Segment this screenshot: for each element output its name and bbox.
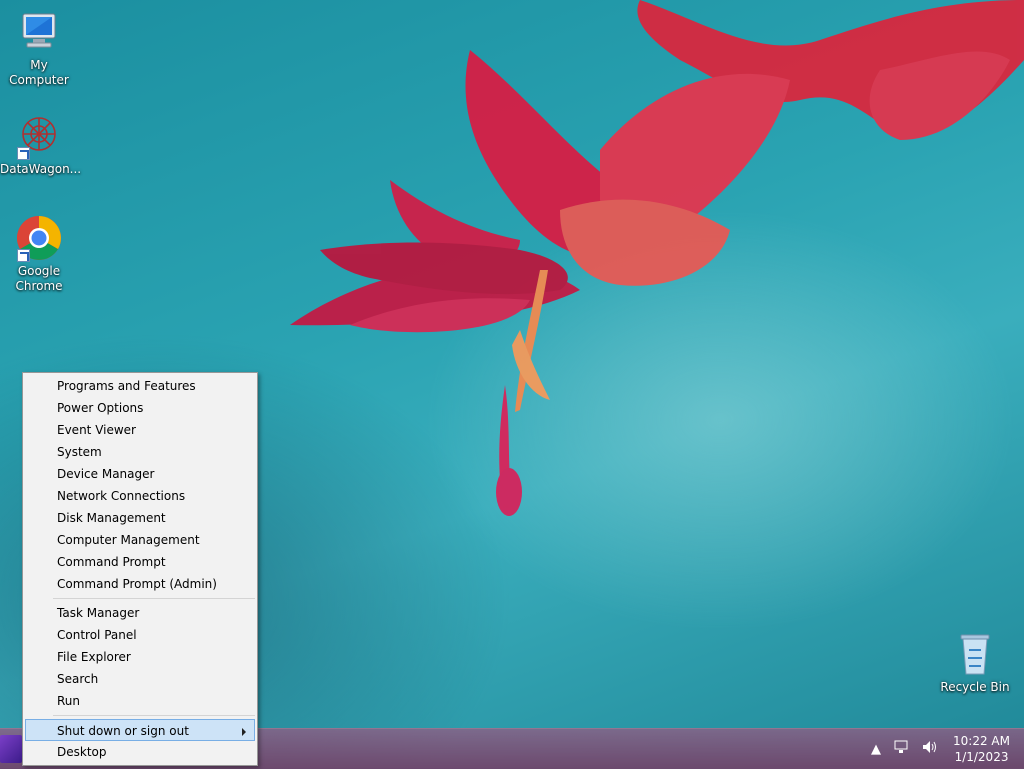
menu-separator — [53, 715, 255, 716]
menu-item-command-prompt[interactable]: Command Prompt — [23, 551, 257, 573]
menu-item-programs-and-features[interactable]: Programs and Features — [23, 375, 257, 397]
menu-item-run[interactable]: Run — [23, 690, 257, 712]
menu-item-task-manager[interactable]: Task Manager — [23, 602, 257, 624]
desktop-icon-google-chrome[interactable]: Google Chrome — [0, 214, 78, 294]
desktop-icon-label: My Computer — [9, 58, 69, 87]
menu-item-shut-down-or-sign-out[interactable]: Shut down or sign out — [25, 719, 255, 741]
desktop-icon-label: Recycle Bin — [940, 680, 1010, 694]
menu-item-event-viewer[interactable]: Event Viewer — [23, 419, 257, 441]
menu-item-power-options[interactable]: Power Options — [23, 397, 257, 419]
desktop-icon-label: Google Chrome — [15, 264, 63, 293]
start-button[interactable] — [0, 735, 22, 763]
submenu-arrow-icon — [242, 728, 246, 736]
volume-icon[interactable] — [921, 740, 937, 758]
clock-date: 1/1/2023 — [954, 750, 1009, 764]
clock[interactable]: 10:22 AM 1/1/2023 — [953, 733, 1010, 765]
menu-item-computer-management[interactable]: Computer Management — [23, 529, 257, 551]
menu-item-control-panel[interactable]: Control Panel — [23, 624, 257, 646]
computer-icon — [15, 8, 63, 56]
desktop-icon-recycle-bin[interactable]: Recycle Bin — [936, 630, 1014, 695]
network-icon[interactable] — [893, 740, 909, 758]
system-tray: ▲ 10:22 AM 1/1/2023 — [865, 729, 1024, 769]
menu-item-search[interactable]: Search — [23, 668, 257, 690]
menu-separator — [53, 598, 255, 599]
desktop-icon-label: DataWagon... — [0, 162, 82, 176]
menu-item-system[interactable]: System — [23, 441, 257, 463]
recycle-bin-icon — [951, 630, 999, 678]
clock-time: 10:22 AM — [953, 734, 1010, 748]
menu-item-device-manager[interactable]: Device Manager — [23, 463, 257, 485]
shortcut-arrow-icon — [17, 249, 30, 262]
chrome-icon — [15, 214, 63, 262]
shortcut-arrow-icon — [17, 147, 30, 160]
datawagon-icon — [15, 112, 63, 160]
power-user-menu: Programs and Features Power Options Even… — [22, 372, 258, 766]
show-hidden-icons-icon[interactable]: ▲ — [871, 742, 881, 757]
menu-item-disk-management[interactable]: Disk Management — [23, 507, 257, 529]
menu-item-label: Shut down or sign out — [57, 724, 189, 738]
desktop-icon-datawagon[interactable]: DataWagon... — [0, 112, 82, 177]
menu-item-file-explorer[interactable]: File Explorer — [23, 646, 257, 668]
menu-item-desktop[interactable]: Desktop — [23, 741, 257, 763]
desktop-icon-my-computer[interactable]: My Computer — [0, 8, 78, 88]
menu-item-command-prompt-admin[interactable]: Command Prompt (Admin) — [23, 573, 257, 595]
menu-item-network-connections[interactable]: Network Connections — [23, 485, 257, 507]
